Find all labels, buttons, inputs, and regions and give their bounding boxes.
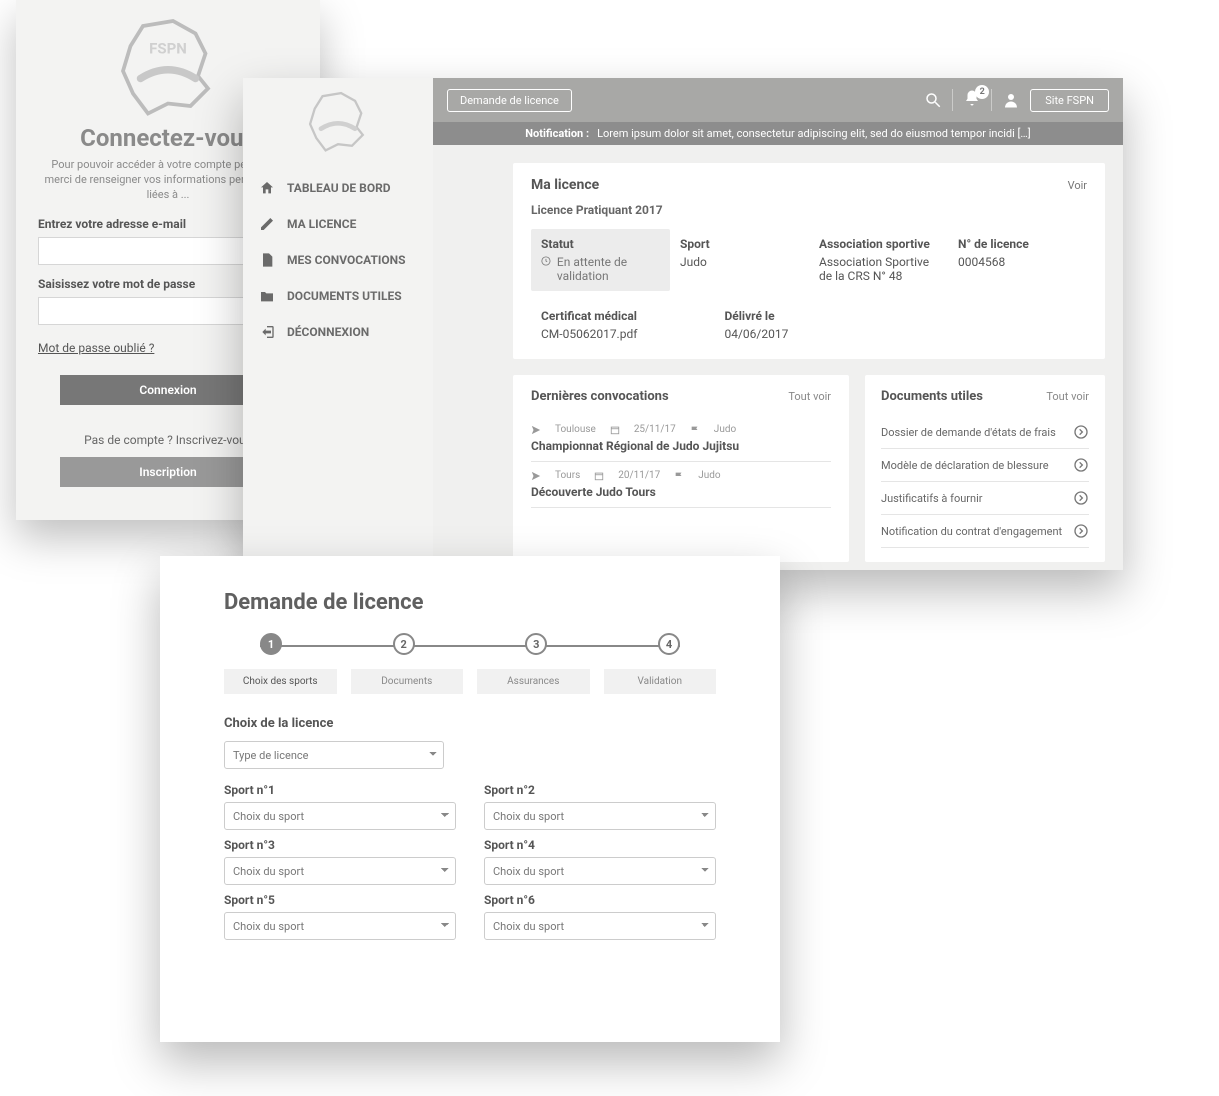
sport-label: Sport n°5 <box>224 893 456 907</box>
step-label: Choix des sports <box>224 669 337 694</box>
sport-label: Sport n°4 <box>484 838 716 852</box>
step-label: Documents <box>351 669 464 694</box>
licence-see-link[interactable]: Voir <box>1068 179 1087 192</box>
user-icon[interactable] <box>1002 91 1020 109</box>
document-row[interactable]: Notification du contrat d'engagement <box>881 515 1089 548</box>
site-link-button[interactable]: Site FSPN <box>1030 89 1109 112</box>
sidebar: TABLEAU DE BORD MA LICENCE MES CONVOCATI… <box>243 78 433 570</box>
logout-icon <box>259 324 275 340</box>
sport-label: Sport n°1 <box>224 783 456 797</box>
wizard-stepper: 1 2 3 4 <box>260 633 680 657</box>
location-icon <box>531 425 541 435</box>
clock-icon <box>541 255 551 267</box>
arrow-circle-icon <box>1073 523 1089 539</box>
notification-bar: Notification : Lorem ipsum dolor sit ame… <box>433 122 1123 145</box>
licence-status-cell: Statut En attente de validation <box>531 229 670 291</box>
step-label: Assurances <box>477 669 590 694</box>
file-icon <box>259 252 275 268</box>
sidebar-logo <box>307 90 369 152</box>
nav-dashboard[interactable]: TABLEAU DE BORD <box>243 170 433 206</box>
svg-text:FSPN: FSPN <box>149 40 187 58</box>
step-dot-2[interactable]: 2 <box>393 633 415 655</box>
topbar: Demande de licence 2 Site FSPN <box>433 78 1123 122</box>
licence-title: Ma licence <box>531 177 599 193</box>
step-dot-4[interactable]: 4 <box>658 633 680 655</box>
nav-logout[interactable]: DÉCONNEXION <box>243 314 433 350</box>
sport-select-2[interactable]: Choix du sport <box>484 802 716 830</box>
document-row[interactable]: Modèle de déclaration de blessure <box>881 449 1089 482</box>
arrow-circle-icon <box>1073 490 1089 506</box>
convocations-seeall-link[interactable]: Tout voir <box>788 390 831 403</box>
licence-request-wizard: Demande de licence 1 2 3 4 Choix des sports… <box>160 556 780 1042</box>
documents-card: Documents utiles Tout voir Dossier de de… <box>865 375 1105 562</box>
calendar-icon <box>610 425 620 435</box>
request-licence-button[interactable]: Demande de licence <box>447 89 572 112</box>
licence-type-select[interactable]: Type de licence <box>224 741 444 769</box>
step-dot-1[interactable]: 1 <box>260 633 282 655</box>
dashboard-panel: TABLEAU DE BORD MA LICENCE MES CONVOCATI… <box>243 78 1123 570</box>
arrow-circle-icon <box>1073 457 1089 473</box>
sport-select-4[interactable]: Choix du sport <box>484 857 716 885</box>
notifications-button[interactable]: 2 <box>952 89 992 111</box>
sport-select-3[interactable]: Choix du sport <box>224 857 456 885</box>
location-icon <box>531 471 541 481</box>
licence-card: Ma licence Voir Licence Pratiquant 2017 … <box>513 163 1105 359</box>
nav-licence[interactable]: MA LICENCE <box>243 206 433 242</box>
home-icon <box>259 180 275 196</box>
document-row[interactable]: Dossier de demande d'états de frais <box>881 416 1089 449</box>
section-heading: Choix de la licence <box>224 716 716 731</box>
calendar-icon <box>594 471 604 481</box>
sport-select-5[interactable]: Choix du sport <box>224 912 456 940</box>
main-area: Demande de licence 2 Site FSPN Notificat… <box>433 78 1123 570</box>
nav-documents[interactable]: DOCUMENTS UTILES <box>243 278 433 314</box>
sport-label: Sport n°6 <box>484 893 716 907</box>
notif-text: Lorem ipsum dolor sit amet, consectetur … <box>597 127 1031 140</box>
search-icon[interactable] <box>924 91 942 109</box>
convocation-row[interactable]: Tours 20/11/17 Judo Découverte Judo Tour… <box>531 462 831 508</box>
nav-convocations[interactable]: MES CONVOCATIONS <box>243 242 433 278</box>
edit-icon <box>259 216 275 232</box>
logo: FSPN <box>118 16 218 116</box>
sport-label: Sport n°3 <box>224 838 456 852</box>
step-dot-3[interactable]: 3 <box>525 633 547 655</box>
notif-badge: 2 <box>975 85 989 99</box>
folder-icon <box>259 288 275 304</box>
step-label: Validation <box>604 669 717 694</box>
document-row[interactable]: Justificatifs à fournir <box>881 482 1089 515</box>
documents-seeall-link[interactable]: Tout voir <box>1046 390 1089 403</box>
flag-icon <box>674 471 684 481</box>
convocations-card: Dernières convocations Tout voir Toulous… <box>513 375 849 562</box>
sport-select-1[interactable]: Choix du sport <box>224 802 456 830</box>
wizard-title: Demande de licence <box>224 590 716 615</box>
notif-label: Notification : <box>525 127 589 140</box>
licence-subtitle: Licence Pratiquant 2017 <box>531 203 1087 217</box>
sport-label: Sport n°2 <box>484 783 716 797</box>
sport-select-6[interactable]: Choix du sport <box>484 912 716 940</box>
convocation-row[interactable]: Toulouse 25/11/17 Judo Championnat Régio… <box>531 416 831 462</box>
arrow-circle-icon <box>1073 424 1089 440</box>
forgot-password-link[interactable]: Mot de passe oublié ? <box>16 341 176 355</box>
flag-icon <box>690 425 700 435</box>
